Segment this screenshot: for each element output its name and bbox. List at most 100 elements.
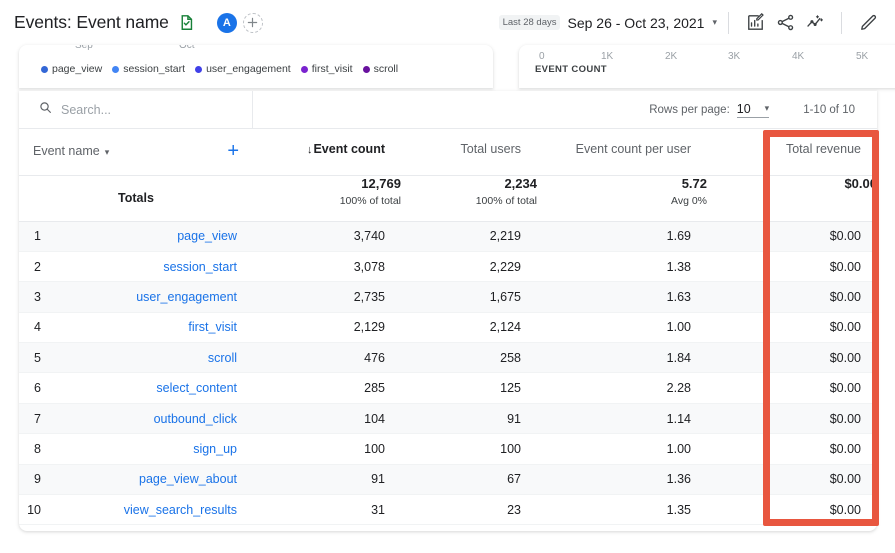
- x-tick-3k: 3K: [728, 51, 741, 62]
- row-event-count: 2,735: [253, 281, 401, 313]
- row-total-revenue: $0.00: [707, 372, 877, 404]
- event-name-link[interactable]: session_start: [163, 260, 237, 274]
- x-tick-2k: 2K: [665, 51, 678, 62]
- x-tick-5k: 5K: [856, 51, 869, 62]
- row-event-count: 100: [253, 433, 401, 465]
- legend-item[interactable]: user_engagement: [195, 63, 291, 75]
- legend-item[interactable]: first_visit: [300, 63, 353, 75]
- header-right-group: Last 28 days Sep 26 - Oct 23, 2021 ▾: [498, 8, 895, 38]
- add-user-icon[interactable]: [242, 12, 263, 33]
- date-range-picker[interactable]: Sep 26 - Oct 23, 2021: [567, 15, 704, 31]
- row-event-name: outbound_click: [57, 403, 253, 435]
- row-total-users: 100: [401, 433, 537, 465]
- row-event-count-per-user: 1.38: [537, 251, 707, 283]
- row-event-name: page_view_about: [57, 464, 253, 496]
- table-body: 1 page_view 3,740 2,219 1.69 $0.00 2 session_st…: [19, 221, 877, 526]
- table-row[interactable]: 7 outbound_click 104 91 1.14 $0.00: [19, 403, 877, 435]
- legend-label: user_engagement: [206, 63, 291, 75]
- row-rank: 4: [19, 312, 57, 344]
- header-left-group: Events: Event name A: [0, 12, 499, 33]
- row-event-name: page_view: [57, 221, 253, 252]
- dimension-header-cell: Event name ▾ +: [19, 129, 253, 176]
- row-event-name: session_start: [57, 251, 253, 283]
- rows-per-page-select[interactable]: 10 ▾: [736, 102, 770, 118]
- row-total-revenue: $0.00: [707, 251, 877, 283]
- bar-chart-axis-caption: EVENT COUNT: [535, 64, 607, 75]
- row-event-count-per-user: 1.69: [537, 221, 707, 252]
- charts-row: Sep Oct page_view session_start user_eng…: [0, 45, 895, 88]
- table-row[interactable]: 9 page_view_about 91 67 1.36 $0.00: [19, 464, 877, 496]
- legend-item[interactable]: session_start: [112, 63, 185, 75]
- row-event-count-per-user: 1.36: [537, 464, 707, 496]
- chevron-down-icon[interactable]: ▾: [712, 17, 717, 28]
- row-total-users: 1,675: [401, 281, 537, 313]
- document-check-icon[interactable]: [178, 14, 195, 31]
- x-tick-4k: 4K: [792, 51, 805, 62]
- column-header-total-revenue[interactable]: Total revenue: [707, 129, 877, 176]
- x-tick-oct: Oct: [179, 45, 195, 51]
- row-total-revenue: $0.00: [707, 281, 877, 313]
- edit-pencil-icon[interactable]: [853, 8, 883, 38]
- column-label: Event count: [313, 142, 385, 156]
- x-tick-0: 0: [539, 51, 545, 62]
- row-total-revenue: $0.00: [707, 403, 877, 435]
- totals-body: Totals 12,769 100% of total 2,234 100% o…: [19, 175, 877, 222]
- row-event-count: 2,129: [253, 312, 401, 344]
- row-total-revenue: $0.00: [707, 221, 877, 252]
- row-total-revenue: $0.00: [707, 312, 877, 344]
- row-total-revenue: $0.00: [707, 433, 877, 465]
- row-rank: 3: [19, 281, 57, 313]
- table-row[interactable]: 10 view_search_results 31 23 1.35 $0.00: [19, 494, 877, 526]
- row-rank: 9: [19, 464, 57, 496]
- row-event-count-per-user: 1.00: [537, 433, 707, 465]
- table-row[interactable]: 1 page_view 3,740 2,219 1.69 $0.00: [19, 221, 877, 252]
- toolbar-divider: [252, 91, 253, 129]
- rows-per-page-label: Rows per page:: [649, 103, 730, 116]
- event-name-link[interactable]: page_view: [177, 229, 237, 243]
- column-header-event-count[interactable]: ↓Event count: [253, 129, 401, 176]
- event-name-link[interactable]: view_search_results: [124, 503, 237, 517]
- totals-subtext: 100% of total: [339, 194, 401, 207]
- row-event-count-per-user: 1.63: [537, 281, 707, 313]
- event-name-link[interactable]: outbound_click: [154, 412, 237, 426]
- event-name-link[interactable]: scroll: [208, 351, 237, 365]
- totals-total-users: 2,234 100% of total: [401, 175, 537, 222]
- table-row[interactable]: 3 user_engagement 2,735 1,675 1.63 $0.00: [19, 281, 877, 313]
- table-row[interactable]: 5 scroll 476 258 1.84 $0.00: [19, 342, 877, 374]
- row-total-revenue: $0.00: [707, 494, 877, 526]
- insights-chart-icon[interactable]: [740, 8, 770, 38]
- events-table: Event name ▾ + ↓Event count Total users: [19, 129, 877, 526]
- add-dimension-button[interactable]: +: [227, 141, 239, 161]
- table-row[interactable]: 6 select_content 285 125 2.28 $0.00: [19, 372, 877, 404]
- event-name-link[interactable]: user_engagement: [136, 290, 237, 304]
- legend-dot-icon: [300, 65, 308, 73]
- row-event-count: 3,740: [253, 221, 401, 252]
- column-header-total-users[interactable]: Total users: [401, 129, 537, 176]
- legend-item[interactable]: scroll: [362, 63, 398, 75]
- row-event-name: view_search_results: [57, 494, 253, 526]
- event-name-link[interactable]: page_view_about: [139, 472, 237, 486]
- totals-row: Totals 12,769 100% of total 2,234 100% o…: [19, 175, 877, 222]
- row-rank: 5: [19, 342, 57, 374]
- share-icon[interactable]: [770, 8, 800, 38]
- column-header-event-count-per-user[interactable]: Event count per user: [537, 129, 707, 176]
- trend-analytics-icon[interactable]: [800, 8, 830, 38]
- table-row[interactable]: 2 session_start 3,078 2,229 1.38 $0.00: [19, 251, 877, 283]
- legend-item[interactable]: page_view: [41, 63, 102, 75]
- row-event-count-per-user: 1.84: [537, 342, 707, 374]
- events-table-card: Search... Rows per page: 10 ▾ 1-10 of 10: [19, 91, 879, 531]
- legend-dot-icon: [195, 65, 203, 73]
- legend-dot-icon: [112, 65, 120, 73]
- avatar[interactable]: A: [216, 12, 237, 33]
- row-event-count: 285: [253, 372, 401, 404]
- event-name-link[interactable]: select_content: [156, 381, 237, 395]
- search-input[interactable]: Search...: [19, 101, 233, 119]
- table-row[interactable]: 8 sign_up 100 100 1.00 $0.00: [19, 433, 877, 465]
- event-name-link[interactable]: first_visit: [188, 320, 237, 334]
- pagination-range: 1-10 of 10: [803, 103, 855, 116]
- totals-value: 12,769: [361, 175, 401, 191]
- event-name-link[interactable]: sign_up: [193, 442, 237, 456]
- row-rank: 7: [19, 403, 57, 435]
- dimension-selector[interactable]: Event name ▾: [33, 142, 109, 160]
- table-row[interactable]: 4 first_visit 2,129 2,124 1.00 $0.00: [19, 312, 877, 344]
